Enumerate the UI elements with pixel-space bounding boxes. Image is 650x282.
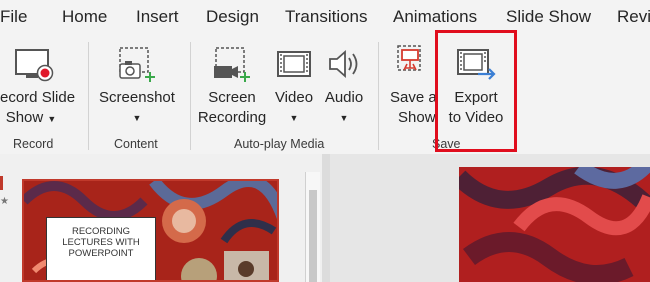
tab-design[interactable]: Design bbox=[206, 7, 259, 27]
main-slide-pattern bbox=[459, 167, 650, 282]
slide-number-marker bbox=[0, 176, 3, 190]
record-slide-show-button[interactable]: ecord Slide Show ▼ bbox=[0, 34, 78, 134]
record-label-2: Show ▼ bbox=[0, 108, 62, 129]
save-as-show-button[interactable]: Save a Show bbox=[384, 34, 437, 134]
pane-divider[interactable] bbox=[322, 154, 330, 282]
audio-label: Audio bbox=[324, 89, 364, 106]
video-button[interactable]: Video ▼ bbox=[270, 34, 318, 134]
record-label-1: ecord Slide bbox=[0, 89, 76, 106]
main-slide-canvas[interactable] bbox=[459, 167, 650, 282]
record-slide-show-icon bbox=[15, 49, 54, 82]
screenshot-icon bbox=[119, 47, 155, 82]
screen-recording-label-1: Screen bbox=[208, 89, 256, 106]
tab-review[interactable]: Revi bbox=[617, 7, 650, 27]
screenshot-label: Screenshot bbox=[99, 89, 175, 106]
thumbnail-scrollbar[interactable] bbox=[305, 172, 320, 282]
slide-title-box: RECORDING LECTURES WITH POWERPOINT bbox=[46, 217, 156, 280]
highlight-box bbox=[435, 30, 517, 152]
speaker-icon bbox=[329, 50, 358, 78]
video-label: Video bbox=[274, 89, 314, 106]
group-label-content: Content bbox=[114, 137, 158, 151]
group-divider bbox=[378, 42, 379, 150]
record-label-2-text: Show bbox=[5, 109, 44, 126]
audio-button[interactable]: Audio ▼ bbox=[320, 34, 368, 134]
screen-recording-label-2: Recording bbox=[197, 109, 267, 126]
slide-thumbnail[interactable]: RECORDING LECTURES WITH POWERPOINT bbox=[22, 179, 279, 282]
chevron-down-icon: ▼ bbox=[289, 113, 299, 123]
scrollbar-thumb[interactable] bbox=[309, 190, 317, 282]
tab-home[interactable]: Home bbox=[62, 7, 107, 27]
tab-slide-show[interactable]: Slide Show bbox=[506, 7, 591, 27]
tab-file[interactable]: File bbox=[0, 7, 27, 27]
chevron-down-icon: ▼ bbox=[132, 113, 142, 123]
group-label-record: Record bbox=[13, 137, 54, 151]
chevron-down-icon: ▼ bbox=[339, 113, 349, 123]
tab-transitions[interactable]: Transitions bbox=[285, 7, 368, 27]
save-as-show-icon bbox=[397, 45, 421, 71]
star-icon: ★ bbox=[0, 196, 9, 207]
tab-animations[interactable]: Animations bbox=[393, 7, 477, 27]
group-divider bbox=[190, 42, 191, 150]
group-label-autoplay-media: Auto-play Media bbox=[234, 137, 325, 151]
tab-insert[interactable]: Insert bbox=[136, 7, 179, 27]
group-divider bbox=[88, 42, 89, 150]
workspace: ★ RECORDING LECTURES WITH POWERPOINT bbox=[0, 154, 650, 282]
screen-recording-button[interactable]: Screen Recording bbox=[196, 34, 268, 134]
ribbon-tab-bar: File Home Insert Design Transitions Anim… bbox=[0, 0, 650, 34]
screenshot-button[interactable]: Screenshot ▼ bbox=[98, 34, 176, 134]
screen-recording-icon bbox=[214, 47, 250, 82]
film-icon bbox=[277, 51, 311, 77]
ribbon-panel: ecord Slide Show ▼ Record Screenshot ▼ C… bbox=[0, 34, 650, 154]
slide-thumbnail-pane: ★ RECORDING LECTURES WITH POWERPOINT bbox=[0, 154, 322, 282]
chevron-down-icon: ▼ bbox=[47, 114, 57, 124]
